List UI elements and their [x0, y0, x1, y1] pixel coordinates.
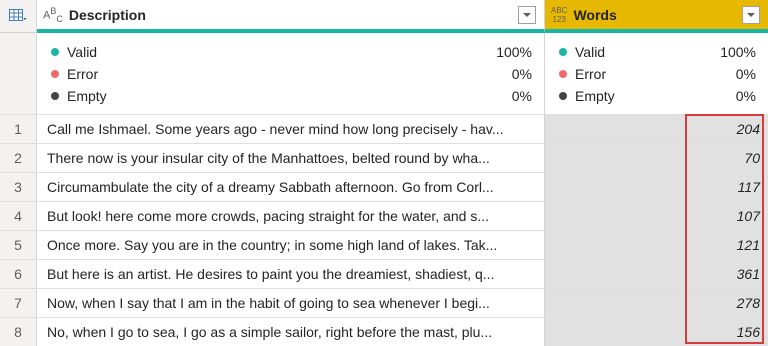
quality-label: Valid	[575, 44, 606, 60]
quality-value: 100%	[496, 44, 532, 60]
text-type-icon[interactable]: ABC	[43, 6, 63, 24]
quality-label: Error	[67, 66, 99, 82]
description-cell[interactable]: Call me Ishmael. Some years ago - never …	[37, 115, 545, 143]
words-cell[interactable]: 156	[545, 318, 768, 346]
table-body: 1 Call me Ishmael. Some years ago - neve…	[0, 114, 768, 346]
description-cell[interactable]: But here is an artist. He desires to pai…	[37, 260, 545, 288]
chevron-down-icon[interactable]	[518, 6, 536, 24]
column-header-description[interactable]: ABC Description	[37, 0, 545, 33]
table-icon	[9, 9, 27, 21]
data-grid: ABC Description ABC 123 Words Valid 100% …	[0, 0, 768, 346]
quality-empty: Empty 0%	[559, 85, 756, 107]
words-cell[interactable]: 204	[545, 115, 768, 143]
row-number[interactable]: 1	[0, 115, 37, 143]
table-row[interactable]: 4 But look! here come more crowds, pacin…	[0, 201, 768, 230]
row-number[interactable]: 3	[0, 173, 37, 201]
table-row[interactable]: 1 Call me Ishmael. Some years ago - neve…	[0, 114, 768, 143]
table-row[interactable]: 5 Once more. Say you are in the country;…	[0, 230, 768, 259]
column-title: Words	[573, 6, 617, 23]
quality-valid: Valid 100%	[559, 41, 756, 63]
words-cell[interactable]: 107	[545, 202, 768, 230]
row-number[interactable]: 2	[0, 144, 37, 172]
empty-dot-icon	[51, 92, 59, 100]
error-dot-icon	[559, 70, 567, 78]
table-row[interactable]: 2 There now is your insular city of the …	[0, 143, 768, 172]
valid-dot-icon	[559, 48, 567, 56]
column-quality-description: Valid 100% Error 0% Empty 0%	[37, 33, 545, 114]
row-number[interactable]: 4	[0, 202, 37, 230]
quality-empty: Empty 0%	[51, 85, 532, 107]
description-cell[interactable]: No, when I go to sea, I go as a simple s…	[37, 318, 545, 346]
description-cell[interactable]: Once more. Say you are in the country; i…	[37, 231, 545, 259]
description-cell[interactable]: Circumambulate the city of a dreamy Sabb…	[37, 173, 545, 201]
words-cell[interactable]: 117	[545, 173, 768, 201]
table-row[interactable]: 6 But here is an artist. He desires to p…	[0, 259, 768, 288]
description-cell[interactable]: But look! here come more crowds, pacing …	[37, 202, 545, 230]
quality-corner	[0, 33, 37, 114]
words-cell[interactable]: 70	[545, 144, 768, 172]
quality-label: Error	[575, 66, 607, 82]
table-menu-button[interactable]	[0, 0, 37, 33]
quality-label: Empty	[67, 88, 107, 104]
row-number[interactable]: 8	[0, 318, 37, 346]
row-number[interactable]: 6	[0, 260, 37, 288]
quality-value: 0%	[735, 88, 756, 104]
row-number[interactable]: 7	[0, 289, 37, 317]
quality-value: 0%	[511, 66, 532, 82]
table-row[interactable]: 7 Now, when I say that I am in the habit…	[0, 288, 768, 317]
row-number[interactable]: 5	[0, 231, 37, 259]
column-quality-words: Valid 100% Error 0% Empty 0%	[545, 33, 768, 114]
quality-value: 0%	[735, 66, 756, 82]
chevron-down-icon[interactable]	[742, 6, 760, 24]
any-type-icon[interactable]: ABC 123	[551, 6, 567, 24]
table-row[interactable]: 8 No, when I go to sea, I go as a simple…	[0, 317, 768, 346]
quality-value: 0%	[511, 88, 532, 104]
words-cell[interactable]: 121	[545, 231, 768, 259]
error-dot-icon	[51, 70, 59, 78]
table-row[interactable]: 3 Circumambulate the city of a dreamy Sa…	[0, 172, 768, 201]
column-quality-row: Valid 100% Error 0% Empty 0% Valid 100% …	[0, 33, 768, 114]
column-header-row: ABC Description ABC 123 Words	[0, 0, 768, 33]
quality-error: Error 0%	[51, 63, 532, 85]
quality-valid: Valid 100%	[51, 41, 532, 63]
quality-error: Error 0%	[559, 63, 756, 85]
quality-label: Valid	[67, 44, 98, 60]
valid-dot-icon	[51, 48, 59, 56]
column-title: Description	[68, 6, 146, 23]
empty-dot-icon	[559, 92, 567, 100]
quality-label: Empty	[575, 88, 615, 104]
quality-value: 100%	[720, 44, 756, 60]
description-cell[interactable]: There now is your insular city of the Ma…	[37, 144, 545, 172]
words-cell[interactable]: 361	[545, 260, 768, 288]
column-header-words[interactable]: ABC 123 Words	[545, 0, 768, 33]
description-cell[interactable]: Now, when I say that I am in the habit o…	[37, 289, 545, 317]
words-cell[interactable]: 278	[545, 289, 768, 317]
